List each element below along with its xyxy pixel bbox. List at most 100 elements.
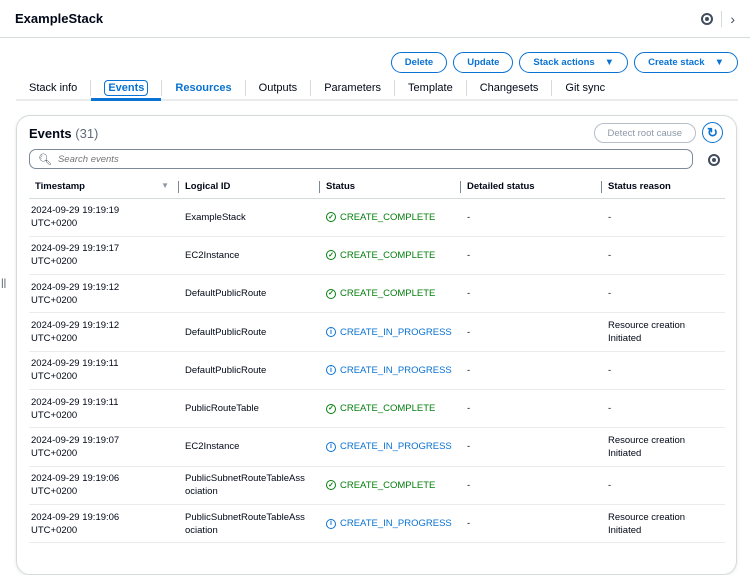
column-header-status[interactable]: Status (320, 176, 461, 198)
status-indicator: ✓CREATE_COMPLETE (326, 287, 461, 300)
detailed-status-cell: - (461, 351, 602, 389)
timestamp-zone: UTC+0200 (31, 294, 179, 307)
tab-parameters[interactable]: Parameters (311, 80, 395, 96)
timestamp-cell: 2024-09-29 19:19:06UTC+0200 (29, 504, 179, 542)
table-row: 2024-09-29 19:19:19UTC+0200 ExampleStack… (29, 198, 725, 236)
stack-tabs: Stack info Events Resources Outputs Para… (16, 77, 738, 101)
table-row: 2024-09-29 19:19:06UTC+0200 PublicSubnet… (29, 504, 725, 542)
status-indicator: i CREATE_IN_PROGRESS (326, 517, 461, 530)
timestamp-date: 2024-09-29 19:19:19 (31, 204, 179, 217)
search-input[interactable] (58, 154, 692, 165)
timestamp-zone: UTC+0200 (31, 332, 179, 345)
page-title: ExampleStack (15, 11, 701, 26)
logical-id-cell: PublicSubnetRouteTableAssociation (179, 466, 320, 504)
status-reason-cell: Resource creation Initiated (602, 504, 725, 542)
events-panel: Events (31) Detect root cause ↻ 🔍︎ Times… (16, 115, 737, 575)
tab-changesets[interactable]: Changesets (467, 80, 553, 96)
table-row: 2024-09-29 19:19:17UTC+0200 EC2Instance … (29, 236, 725, 274)
tab-stack-info[interactable]: Stack info (16, 80, 91, 96)
info-icon: i (326, 519, 336, 529)
column-header-timestamp[interactable]: Timestamp▼ (29, 176, 179, 198)
status-reason-cell: - (602, 236, 725, 274)
logical-id: DefaultPublicRoute (185, 287, 310, 300)
col-label: Detailed status (467, 181, 535, 192)
detect-root-cause-button[interactable]: Detect root cause (594, 123, 696, 143)
status-text: CREATE_COMPLETE (340, 479, 435, 492)
timestamp-cell: 2024-09-29 19:19:07UTC+0200 (29, 428, 179, 466)
timestamp-zone: UTC+0200 (31, 217, 179, 230)
update-label: Update (467, 57, 499, 68)
status-text: CREATE_IN_PROGRESS (340, 517, 452, 530)
timestamp-cell: 2024-09-29 19:19:12UTC+0200 (29, 275, 179, 313)
tab-events[interactable]: Events (91, 80, 162, 96)
table-preferences-gear-icon[interactable] (708, 154, 720, 166)
timestamp-date: 2024-09-29 19:19:06 (31, 511, 179, 524)
detailed-status-cell: - (461, 504, 602, 542)
info-icon: i (326, 365, 336, 375)
tab-outputs[interactable]: Outputs (246, 80, 312, 96)
logical-id-cell: DefaultPublicRoute (179, 275, 320, 313)
tab-events-label: Events (104, 80, 148, 96)
update-button[interactable]: Update (453, 52, 513, 73)
column-header-logical-id[interactable]: Logical ID (179, 176, 320, 198)
status-text: CREATE_COMPLETE (340, 249, 435, 262)
logical-id: EC2Instance (185, 440, 310, 453)
tab-template[interactable]: Template (395, 80, 467, 96)
logical-id: DefaultPublicRoute (185, 326, 310, 339)
timestamp-cell: 2024-09-29 19:19:11UTC+0200 (29, 351, 179, 389)
delete-button[interactable]: Delete (391, 52, 448, 73)
stack-actions-dropdown[interactable]: Stack actions▼ (519, 52, 628, 73)
search-icon: 🔍︎ (38, 153, 52, 166)
drag-handle-icon[interactable]: || (1, 278, 6, 289)
status-reason-cell: - (602, 275, 725, 313)
table-row: 2024-09-29 19:19:06UTC+0200 PublicSubnet… (29, 466, 725, 504)
sort-caret-icon[interactable]: ▼ (161, 181, 169, 190)
logical-id-cell: PublicSubnetRouteTableAssociation (179, 504, 320, 542)
timestamp-cell: 2024-09-29 19:19:19UTC+0200 (29, 198, 179, 236)
column-header-status-reason[interactable]: Status reason (602, 176, 725, 198)
status-reason-cell: - (602, 198, 725, 236)
logical-id: PublicSubnetRouteTableAssociation (185, 511, 310, 537)
status-text: CREATE_IN_PROGRESS (340, 440, 452, 453)
logical-id: PublicRouteTable (185, 402, 310, 415)
status-reason: - (608, 211, 708, 224)
logical-id-cell: DefaultPublicRoute (179, 351, 320, 389)
status-indicator: ✓CREATE_COMPLETE (326, 211, 461, 224)
info-icon: i (326, 442, 336, 452)
refresh-button[interactable]: ↻ (702, 122, 723, 143)
page-header: ExampleStack › (0, 0, 750, 38)
status-cell: ✓CREATE_COMPLETE (320, 198, 461, 236)
status-cell: ✓CREATE_COMPLETE (320, 275, 461, 313)
events-title: Events (31) (29, 126, 98, 141)
status-reason-cell: - (602, 389, 725, 427)
tab-git-sync[interactable]: Git sync (552, 80, 618, 96)
col-label: Status reason (608, 181, 671, 192)
status-cell: i CREATE_IN_PROGRESS (320, 428, 461, 466)
timestamp-zone: UTC+0200 (31, 524, 179, 537)
detailed-status-cell: - (461, 466, 602, 504)
status-cell: ✓CREATE_COMPLETE (320, 236, 461, 274)
settings-gear-icon[interactable] (701, 13, 713, 25)
status-reason: Resource creation Initiated (608, 319, 708, 345)
column-header-detailed-status[interactable]: Detailed status (461, 176, 602, 198)
timestamp-cell: 2024-09-29 19:19:06UTC+0200 (29, 466, 179, 504)
status-reason-cell: Resource creation Initiated (602, 428, 725, 466)
status-text: CREATE_IN_PROGRESS (340, 326, 452, 339)
table-row: 2024-09-29 19:19:12UTC+0200 DefaultPubli… (29, 313, 725, 351)
logical-id-cell: EC2Instance (179, 428, 320, 466)
status-indicator: ✓CREATE_COMPLETE (326, 402, 461, 415)
events-table: Timestamp▼ Logical ID Status Detailed st… (29, 176, 725, 543)
success-check-icon: ✓ (326, 289, 336, 299)
timestamp-cell: 2024-09-29 19:19:11UTC+0200 (29, 389, 179, 427)
tab-resources[interactable]: Resources (162, 80, 245, 96)
chevron-right-icon[interactable]: › (730, 11, 735, 27)
table-row: 2024-09-29 19:19:07UTC+0200 EC2Instance … (29, 428, 725, 466)
search-field[interactable]: 🔍︎ (29, 149, 693, 169)
timestamp-date: 2024-09-29 19:19:07 (31, 434, 179, 447)
status-reason-cell: - (602, 351, 725, 389)
caret-down-icon: ▼ (605, 57, 614, 68)
timestamp-zone: UTC+0200 (31, 255, 179, 268)
divider (721, 11, 722, 27)
create-stack-dropdown[interactable]: Create stack▼ (634, 52, 738, 73)
status-reason: - (608, 402, 708, 415)
